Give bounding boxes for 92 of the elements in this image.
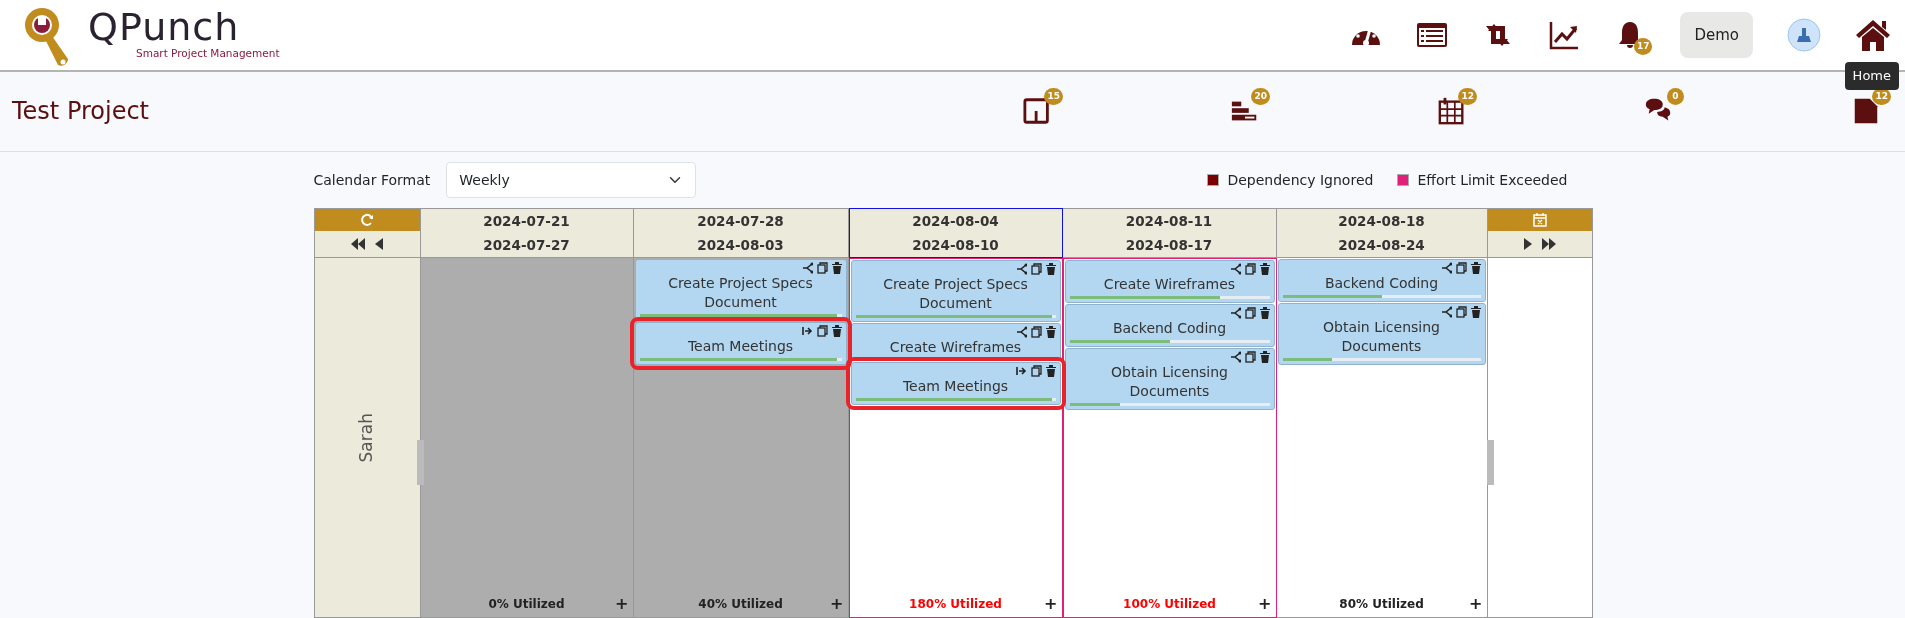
week-end-date: 2024-08-10 <box>912 235 999 255</box>
logo-tagline: Smart Project Management <box>136 46 280 62</box>
count-badge: 0 <box>1667 87 1684 105</box>
legend-label: Dependency Ignored <box>1227 170 1374 190</box>
delete-icon[interactable] <box>1259 263 1270 275</box>
home-icon[interactable] <box>1855 18 1891 52</box>
delete-icon[interactable] <box>831 262 842 274</box>
dependency-icon[interactable] <box>801 262 813 274</box>
project-title: Test Project <box>12 97 149 126</box>
fast-backward-icon[interactable] <box>350 238 366 250</box>
add-task-button[interactable]: + <box>830 596 844 612</box>
resource-name: Sarah <box>355 412 378 463</box>
week-end-date: 2024-08-03 <box>697 235 784 255</box>
count-badge: 12 <box>1458 87 1477 105</box>
refresh-icon[interactable] <box>360 213 374 227</box>
delete-icon[interactable] <box>831 324 842 337</box>
format-label: Calendar Format <box>313 170 431 190</box>
forward-icon[interactable] <box>1522 238 1533 250</box>
utilization-label: 100% Utilized <box>1123 596 1216 613</box>
utilization-label: 0% Utilized <box>488 596 565 613</box>
task-title: Backend Coding <box>1111 318 1228 338</box>
dependency-icon[interactable] <box>1440 305 1452 318</box>
week-start-date: 2024-08-11 <box>1125 211 1213 231</box>
legend-label: Effort Limit Exceeded <box>1417 170 1568 190</box>
fast-forward-icon[interactable] <box>1540 238 1557 250</box>
resize-handle[interactable] <box>1486 440 1494 485</box>
copy-icon[interactable] <box>1455 262 1467 274</box>
copy-icon[interactable] <box>1030 263 1042 275</box>
copy-icon[interactable] <box>1244 350 1256 363</box>
add-task-button[interactable]: + <box>1258 596 1272 612</box>
add-task-button[interactable]: + <box>615 596 629 612</box>
dependency-icon[interactable] <box>1229 263 1241 275</box>
delete-icon[interactable] <box>1470 305 1481 318</box>
task-card[interactable]: Obtain Licensing Documents <box>1064 347 1275 410</box>
dependency-arrow-icon[interactable] <box>1015 364 1027 377</box>
user-avatar[interactable] <box>1787 18 1821 52</box>
add-task-button[interactable]: + <box>1469 596 1483 612</box>
delete-icon[interactable] <box>1045 263 1056 275</box>
count-badge: 20 <box>1251 87 1270 105</box>
copy-icon[interactable] <box>816 262 828 274</box>
week-start-date: 2024-07-28 <box>697 211 784 231</box>
utilization-label: 80% Utilized <box>1339 596 1424 613</box>
utilization-label: 180% Utilized <box>909 596 1002 613</box>
delete-icon[interactable] <box>1259 306 1270 319</box>
logo-name: QPunch <box>88 8 240 47</box>
notification-count-badge: 17 <box>1633 38 1653 55</box>
home-tooltip: Home <box>1844 62 1899 90</box>
task-title: Create Wireframes <box>888 337 1023 357</box>
task-title: Backend Coding <box>1323 274 1440 293</box>
task-title: Obtain Licensing Documents <box>1322 317 1441 356</box>
dependency-icon[interactable] <box>1015 325 1027 338</box>
task-title: Create Project Specs Document <box>667 274 814 312</box>
dependency-arrow-icon[interactable] <box>801 324 813 337</box>
utilization-label: 40% Utilized <box>698 596 783 613</box>
week-start-date: 2024-08-18 <box>1338 211 1425 231</box>
delete-icon[interactable] <box>1045 364 1056 377</box>
delete-icon[interactable] <box>1045 325 1056 338</box>
copy-icon[interactable] <box>1244 263 1256 275</box>
resize-handle[interactable] <box>416 440 424 485</box>
count-badge: 15 <box>1044 87 1063 105</box>
add-task-button[interactable]: + <box>1044 596 1058 612</box>
format-select[interactable]: Weekly <box>446 162 697 198</box>
task-card[interactable]: Create Project Specs Document <box>850 260 1061 322</box>
copy-icon[interactable] <box>1455 305 1467 318</box>
week-end-date: 2024-08-17 <box>1125 235 1213 255</box>
week-end-date: 2024-07-27 <box>483 235 570 255</box>
task-title: Create Wireframes <box>1102 275 1237 294</box>
copy-icon[interactable] <box>1244 306 1256 319</box>
task-title: Obtain Licensing Documents <box>1110 362 1229 401</box>
delete-icon[interactable] <box>1470 262 1481 274</box>
week-end-date: 2024-08-24 <box>1338 235 1425 255</box>
backward-icon[interactable] <box>374 238 384 250</box>
trend-chart-icon[interactable] <box>1548 19 1581 51</box>
copy-icon[interactable] <box>816 324 828 337</box>
week-start-date: 2024-08-04 <box>912 211 999 231</box>
task-card[interactable]: Obtain Licensing Documents <box>1277 302 1486 365</box>
delete-icon[interactable] <box>1259 350 1270 363</box>
dependency-icon[interactable] <box>1015 263 1027 275</box>
task-title: Team Meetings <box>901 376 1010 396</box>
task-title: Team Meetings <box>686 336 795 356</box>
task-title: Create Project Specs Document <box>882 275 1029 313</box>
dependency-icon[interactable] <box>1229 306 1241 319</box>
user-menu-button[interactable]: Demo <box>1680 11 1753 59</box>
task-card[interactable]: Backend Coding <box>1277 259 1486 302</box>
calendar-today-icon[interactable] <box>1532 213 1547 227</box>
task-card[interactable]: Backend Coding <box>1064 303 1275 347</box>
dependency-icon[interactable] <box>1229 350 1241 363</box>
week-start-date: 2024-07-21 <box>483 211 570 231</box>
copy-icon[interactable] <box>1030 325 1042 338</box>
task-card[interactable]: Create Wireframes <box>1064 260 1275 303</box>
copy-icon[interactable] <box>1030 364 1042 377</box>
dependency-icon[interactable] <box>1440 262 1452 274</box>
